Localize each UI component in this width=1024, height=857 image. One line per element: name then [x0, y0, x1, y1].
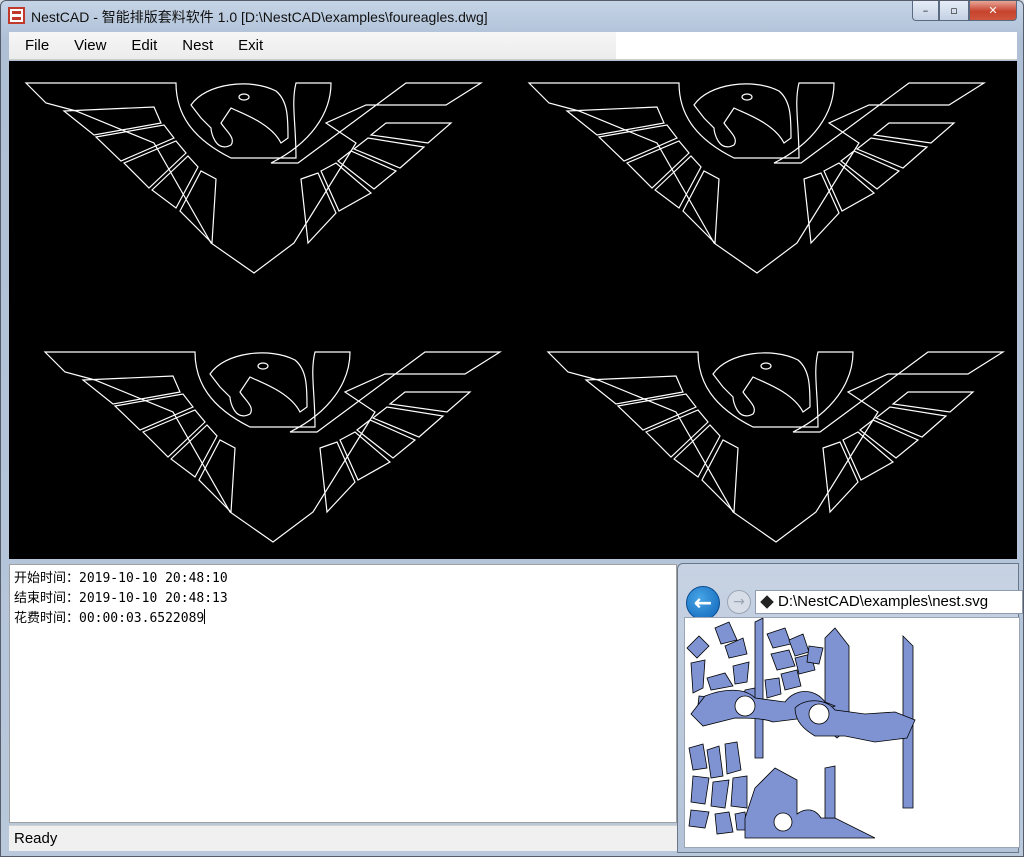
menu-view[interactable]: View [58, 37, 115, 54]
title-bar[interactable]: NestCAD - 智能排版套料软件 1.0 [D:\NestCAD\examp… [1, 1, 1023, 31]
eagle-drawing-1[interactable] [25, 82, 482, 274]
cad-drawing-canvas[interactable] [9, 61, 1017, 559]
eagle-drawing-4[interactable] [547, 351, 1004, 543]
address-bar[interactable]: D:\NestCAD\examples\nest.svg [755, 590, 1023, 614]
close-button[interactable]: ✕ [969, 1, 1017, 21]
log-output-textbox[interactable]: 开始时间：2019-10-10 20:48:10 结束时间：2019-10-10… [9, 564, 677, 823]
status-bar: Ready [9, 825, 677, 851]
menu-nest[interactable]: Nest [166, 37, 222, 54]
log-line-end: 结束时间：2019-10-10 20:48:13 [14, 591, 228, 606]
text-caret [204, 609, 206, 624]
menu-edit[interactable]: Edit [115, 37, 166, 54]
log-line-start: 开始时间：2019-10-10 20:48:10 [14, 571, 228, 586]
window-title: NestCAD - 智能排版套料软件 1.0 [D:\NestCAD\examp… [31, 9, 488, 25]
nestcad-app-icon[interactable] [8, 7, 25, 24]
svg-preview-window: ← → D:\NestCAD\examples\nest.svg [677, 563, 1023, 853]
arrow-left-icon[interactable]: ← [686, 586, 720, 620]
menu-bar: File View Edit Nest Exit [9, 32, 1017, 60]
window-controls: – ▫ ✕ [912, 1, 1017, 21]
eagle-drawing-3[interactable] [44, 351, 501, 543]
menu-file[interactable]: File [9, 37, 58, 54]
log-line-elapsed: 花费时间：00:00:03.6522089 [14, 609, 206, 626]
nested-result-view[interactable] [684, 617, 1020, 848]
inkscape-file-icon [760, 595, 774, 609]
minimize-button[interactable]: – [912, 1, 939, 21]
status-text: Ready [14, 830, 58, 847]
address-text: D:\NestCAD\examples\nest.svg [778, 593, 989, 610]
eagle-drawing-2[interactable] [528, 82, 985, 274]
menu-exit[interactable]: Exit [222, 37, 272, 54]
maximize-button[interactable]: ▫ [939, 1, 969, 21]
arrow-right-icon[interactable]: → [727, 590, 751, 614]
